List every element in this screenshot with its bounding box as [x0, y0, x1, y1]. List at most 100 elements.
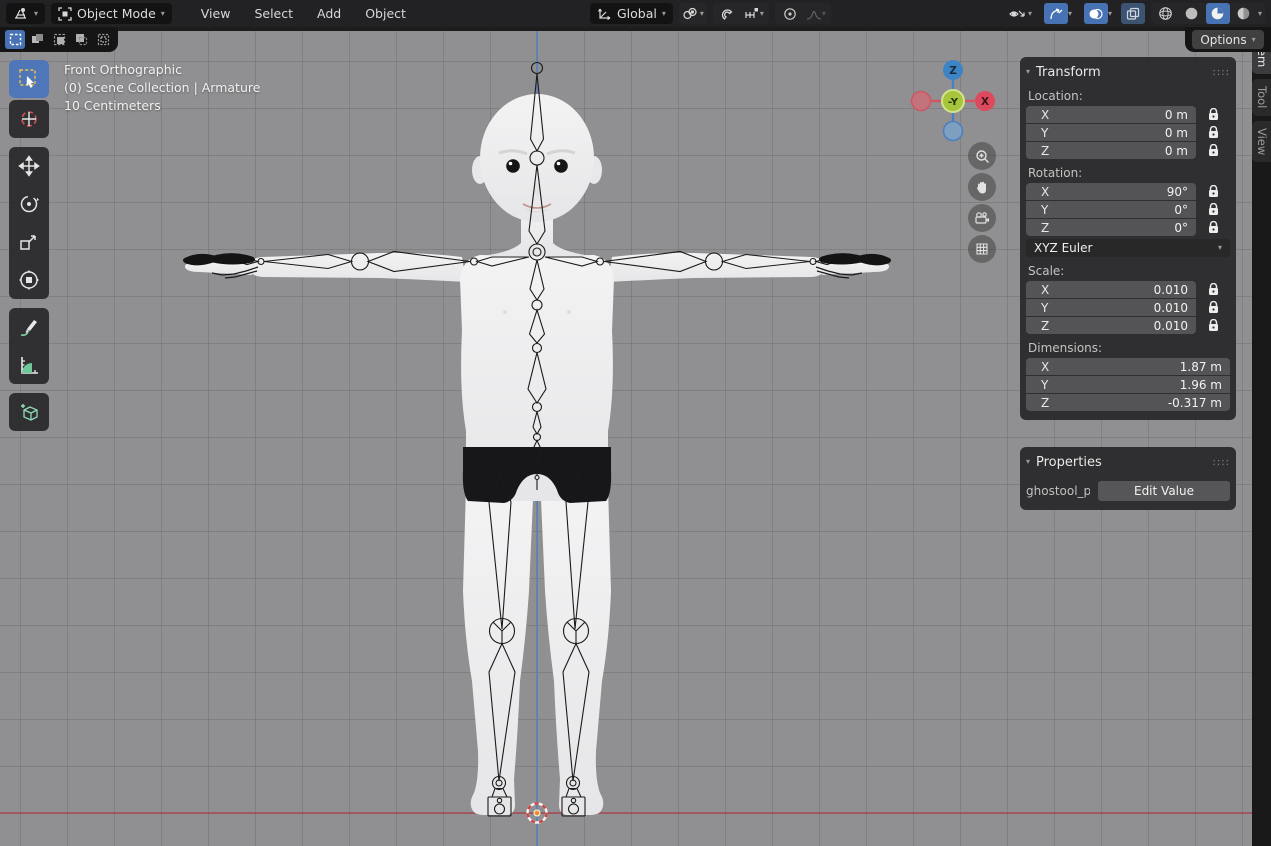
select-invert-icon: [75, 33, 88, 46]
select-mode-intersect[interactable]: [93, 30, 113, 49]
pivot-icon: [682, 7, 698, 21]
tool-annotate[interactable]: [9, 308, 49, 346]
dimensions-x-field[interactable]: X 1.87 m: [1026, 358, 1230, 375]
left-toolbar: [9, 60, 49, 431]
menu-add[interactable]: Add: [308, 3, 350, 24]
pivot-point-dropdown[interactable]: ▾: [679, 3, 707, 24]
xray-toggle[interactable]: [1121, 3, 1145, 24]
rotation-mode-dropdown[interactable]: XYZ Euler ▾: [1026, 239, 1230, 257]
tool-transform[interactable]: [9, 261, 49, 299]
measure-icon: [18, 354, 40, 376]
properties-panel: ▾ Properties :::: ghostool_pro... Edit V…: [1020, 447, 1236, 510]
location-y-field[interactable]: Y 0 m: [1026, 124, 1196, 141]
perspective-toggle-button[interactable]: [968, 235, 996, 263]
panel-drag-handle-icon[interactable]: ::::: [1213, 67, 1230, 78]
location-z-field[interactable]: Z 0 m: [1026, 142, 1196, 159]
chevron-down-icon: ▾: [1068, 10, 1072, 18]
sidebar-tab-strip: Item Tool View: [1252, 31, 1271, 846]
show-gizmo-toggle[interactable]: [1044, 3, 1068, 24]
rotation-x-field[interactable]: X 90°: [1026, 183, 1196, 200]
dimensions-y-field[interactable]: Y 1.96 m: [1026, 376, 1230, 393]
dimensions-z-field[interactable]: Z -0.317 m: [1026, 394, 1230, 411]
menu-select[interactable]: Select: [245, 3, 302, 24]
mode-label: Object Mode: [77, 6, 156, 21]
select-mode-set[interactable]: [5, 30, 25, 49]
transform-orientation-dropdown[interactable]: Global ▾: [590, 3, 673, 24]
tab-view[interactable]: View: [1252, 121, 1271, 162]
transform-panel-title[interactable]: Transform: [1036, 65, 1101, 80]
navigation-gizmo[interactable]: Z X -Y: [912, 60, 996, 141]
scale-label: Scale:: [1028, 264, 1228, 278]
move-icon: [18, 155, 40, 177]
shading-rendered-button[interactable]: [1232, 3, 1256, 24]
tool-rotate[interactable]: [9, 185, 49, 223]
orientation-axes-icon: [597, 7, 612, 21]
select-mode-subtract[interactable]: [49, 30, 69, 49]
lock-icon[interactable]: [1208, 283, 1219, 296]
lock-icon[interactable]: [1208, 319, 1219, 332]
tool-add-cube[interactable]: [9, 393, 49, 431]
collapse-chevron-icon[interactable]: ▾: [1026, 68, 1030, 76]
tab-tool[interactable]: Tool: [1252, 79, 1271, 115]
zoom-button[interactable]: [968, 142, 996, 170]
grid-icon: [975, 242, 989, 256]
options-button[interactable]: Options ▾: [1192, 30, 1263, 49]
edit-value-button[interactable]: Edit Value: [1098, 481, 1230, 501]
tool-select-box[interactable]: [9, 60, 49, 98]
gizmo-axis-neg-z[interactable]: [944, 122, 963, 141]
snap-target-dropdown[interactable]: ▾: [742, 3, 766, 24]
scale-x-field[interactable]: X 0.010: [1026, 281, 1196, 298]
proportional-edit-controls: ▾: [775, 3, 831, 24]
snap-toggle-button[interactable]: [716, 3, 740, 24]
viewport-nav-buttons: [968, 142, 996, 263]
proportional-edit-button[interactable]: [778, 3, 802, 24]
menu-view[interactable]: View: [192, 3, 240, 24]
lock-icon[interactable]: [1208, 108, 1219, 121]
select-mode-extend[interactable]: [27, 30, 47, 49]
rotation-y-field[interactable]: Y 0°: [1026, 201, 1196, 218]
mode-dropdown[interactable]: Object Mode ▾: [51, 3, 172, 24]
proportional-falloff-dropdown[interactable]: ▾: [804, 3, 828, 24]
lock-icon[interactable]: [1208, 301, 1219, 314]
lock-icon[interactable]: [1208, 126, 1219, 139]
editor-type-button[interactable]: ▾: [6, 3, 45, 24]
magnet-icon: [721, 7, 735, 21]
properties-panel-title[interactable]: Properties: [1036, 455, 1102, 470]
lock-icon[interactable]: [1208, 185, 1219, 198]
shading-wireframe-button[interactable]: [1154, 3, 1178, 24]
chevron-down-icon: ▾: [1028, 10, 1032, 18]
scale-y-field[interactable]: Y 0.010: [1026, 299, 1196, 316]
panel-drag-handle-icon[interactable]: ::::: [1213, 457, 1230, 468]
tool-cursor[interactable]: [9, 100, 49, 138]
wireframe-sphere-icon: [1158, 6, 1173, 21]
menu-object[interactable]: Object: [356, 3, 415, 24]
pan-button[interactable]: [968, 173, 996, 201]
camera-view-button[interactable]: [968, 204, 996, 232]
tool-scale[interactable]: [9, 223, 49, 261]
show-overlays-toggle[interactable]: [1084, 3, 1108, 24]
scale-z-field[interactable]: Z 0.010: [1026, 317, 1196, 334]
viewport-info-overlay: Front Orthographic (0) Scene Collection …: [64, 61, 260, 115]
tool-move[interactable]: [9, 147, 49, 185]
chevron-down-icon: ▾: [1218, 244, 1222, 252]
lock-icon[interactable]: [1208, 221, 1219, 234]
gizmo-axis-neg-x[interactable]: [912, 92, 931, 111]
viewport-3d[interactable]: Z X -Y Front Orthographic (0) Scene Coll…: [0, 31, 1252, 846]
lock-icon[interactable]: [1208, 203, 1219, 216]
shading-solid-button[interactable]: [1180, 3, 1204, 24]
eye-left: [506, 159, 520, 173]
select-mode-invert[interactable]: [71, 30, 91, 49]
tool-measure[interactable]: [9, 346, 49, 384]
collapse-chevron-icon[interactable]: ▾: [1026, 458, 1030, 466]
view-object-types-dropdown[interactable]: ▾: [1006, 3, 1035, 24]
orientation-label: Global: [617, 6, 657, 21]
custom-property-label: ghostool_pro...: [1026, 484, 1090, 498]
shading-material-button[interactable]: [1206, 3, 1230, 24]
location-x-field[interactable]: X 0 m: [1026, 106, 1196, 123]
grid-scale: 10 Centimeters: [64, 97, 260, 115]
snap-increment-icon: [744, 7, 760, 21]
gizmo-icon: [1049, 7, 1063, 21]
rotation-z-field[interactable]: Z 0°: [1026, 219, 1196, 236]
lock-icon[interactable]: [1208, 144, 1219, 157]
select-box-icon: [18, 68, 40, 90]
